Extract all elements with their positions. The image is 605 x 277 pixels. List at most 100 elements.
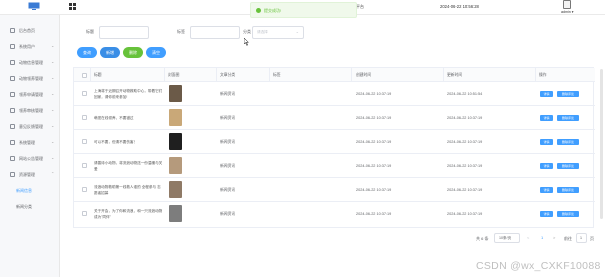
toast-message: 提交成功!: [264, 8, 282, 13]
row-category: 新闻资讯: [220, 188, 236, 192]
row-title: 上海将于近期召开动物救助中心，带着它们回家，请你前来参加!: [94, 89, 163, 99]
sidebar-subitem-label: 新闻信息: [16, 188, 32, 193]
avatar[interactable]: [563, 0, 571, 9]
title-filter-input[interactable]: [99, 26, 149, 39]
form-icon: [10, 92, 15, 97]
sidebar-item-label: 意见反馈管理: [19, 124, 43, 129]
sidebar-item-users[interactable]: 系统用户 ⌄: [0, 43, 60, 51]
page-number-1[interactable]: 1: [541, 235, 543, 247]
row-title: 请善待小动物，将流浪动物送一份温暖与关爱: [94, 161, 163, 171]
row-cover-image: [169, 109, 182, 126]
chevron-down-icon: ⌄: [51, 43, 55, 48]
folder-icon: [10, 172, 15, 177]
row-delete-comment-button[interactable]: 删除评论: [557, 163, 579, 169]
row-delete-comment-button[interactable]: 删除评论: [557, 187, 579, 193]
goto-page-value: 1: [580, 236, 582, 240]
row-delete-comment-button[interactable]: 删除评论: [557, 211, 579, 217]
header-update-time[interactable]: 更新时间: [447, 73, 462, 78]
sidebar-item-feedback[interactable]: 意见反馈管理 ⌄: [0, 123, 60, 131]
chevron-down-icon: ⌄: [51, 123, 55, 128]
pagination-total: 共 6 条: [476, 236, 489, 241]
chevron-down-icon: ⌄: [51, 91, 55, 96]
row-title: 可以不要，但请不要伤害！: [94, 140, 138, 144]
sidebar-item-notice[interactable]: 网站公告管理 ⌄: [0, 155, 60, 163]
add-button[interactable]: 新增: [100, 47, 120, 58]
table-row: 萌宠在线领养，不要错过 新闻资讯 2024-06-22 10:37:19 202…: [74, 106, 595, 130]
select-all-checkbox[interactable]: [82, 73, 87, 78]
row-update-time: 2024-06-22 10:51:54: [447, 92, 483, 96]
delete-button[interactable]: 删除: [123, 47, 143, 58]
check-icon: [10, 108, 15, 113]
header-create-time[interactable]: 创建时间: [356, 73, 371, 78]
sidebar-item-home[interactable]: 后台首页: [0, 27, 60, 35]
header-tag[interactable]: 标签: [273, 73, 281, 78]
search-button[interactable]: 查询: [77, 47, 97, 58]
sidebar-item-resources[interactable]: 资源管理 ⌃: [0, 171, 60, 179]
reset-button[interactable]: 清空: [146, 47, 166, 58]
column-divider: [269, 68, 270, 82]
tag-filter-label: 标签: [177, 29, 185, 34]
sidebar-item-adopt-apply[interactable]: 领养申请管理 ⌄: [0, 91, 60, 99]
watermark: CSDN @wx_CXKF10088: [476, 260, 601, 272]
row-cover-image: [169, 133, 182, 150]
column-divider: [535, 68, 536, 82]
sidebar-subitem-news-category[interactable]: 新闻分类: [0, 203, 60, 211]
chevron-down-icon: ⌄: [51, 59, 55, 64]
scrollbar-thumb[interactable]: [600, 69, 603, 219]
sidebar: 后台首页 系统用户 ⌄ 动物信息管理 ⌄ 动物领养管理 ⌄ 领养申请管理 ⌄ 领…: [0, 15, 60, 277]
goto-label: 前往: [564, 236, 572, 241]
current-datetime: 2024-06-22 10:56:28: [440, 4, 479, 9]
tag-filter-input[interactable]: [190, 26, 240, 39]
success-check-icon: [256, 8, 261, 13]
header-cover[interactable]: 封面图: [168, 73, 179, 78]
row-category: 新闻资讯: [220, 140, 236, 144]
username-dropdown[interactable]: admin ▾: [561, 10, 574, 14]
next-page-button[interactable]: >: [553, 235, 555, 247]
row-update-time: 2024-06-22 10:37:19: [447, 188, 483, 192]
row-delete-comment-button[interactable]: 删除评论: [557, 139, 579, 145]
row-checkbox[interactable]: [82, 91, 87, 96]
chevron-down-icon: ⌄: [51, 139, 55, 144]
row-update-time: 2024-06-22 10:37:19: [447, 164, 483, 168]
gear-icon: [10, 140, 15, 145]
category-filter-select[interactable]: 请选择 ⌄: [252, 26, 304, 39]
row-delete-comment-button[interactable]: 删除评论: [557, 115, 579, 121]
sidebar-item-animal-adopt[interactable]: 动物领养管理 ⌄: [0, 75, 60, 83]
row-checkbox[interactable]: [82, 211, 87, 216]
vertical-scrollbar[interactable]: [599, 15, 605, 277]
success-toast: 提交成功!: [250, 2, 357, 18]
row-detail-button[interactable]: 详情: [540, 187, 553, 193]
row-detail-button[interactable]: 详情: [540, 115, 553, 121]
row-detail-button[interactable]: 详情: [540, 211, 553, 217]
row-detail-button[interactable]: 详情: [540, 139, 553, 145]
row-detail-button[interactable]: 详情: [540, 163, 553, 169]
prev-page-button[interactable]: <: [527, 235, 529, 247]
row-title: 萌宠在线领养，不要错过: [94, 116, 134, 120]
row-checkbox[interactable]: [82, 163, 87, 168]
row-checkbox[interactable]: [82, 187, 87, 192]
column-divider: [216, 68, 217, 82]
sidebar-item-label: 领养申请管理: [19, 92, 43, 97]
monitor-icon[interactable]: [28, 2, 40, 10]
sidebar-item-label: 动物领养管理: [19, 76, 43, 81]
row-detail-button[interactable]: 详情: [540, 91, 553, 97]
row-delete-comment-button[interactable]: 删除评论: [557, 91, 579, 97]
header-title[interactable]: 标题: [94, 73, 102, 78]
row-cover-image: [169, 205, 182, 222]
page-size-select[interactable]: 10条/页: [494, 233, 520, 243]
table-row: 关于开会，为了你和流浪，和一只流浪动物成为"同伴" 新闻资讯 2024-06-2…: [74, 202, 595, 226]
sidebar-item-system[interactable]: 系统管理 ⌄: [0, 139, 60, 147]
column-divider: [164, 68, 165, 82]
goto-page-input[interactable]: 1: [576, 233, 587, 243]
grid-menu-icon[interactable]: [69, 3, 76, 10]
sidebar-item-animal-info[interactable]: 动物信息管理 ⌄: [0, 59, 60, 67]
row-create-time: 2024-06-22 10:37:19: [356, 188, 392, 192]
row-checkbox[interactable]: [82, 139, 87, 144]
sidebar-item-adopt-review[interactable]: 领养审核管理 ⌄: [0, 107, 60, 115]
row-create-time: 2024-06-22 10:37:19: [356, 212, 392, 216]
header-category[interactable]: 文章分类: [220, 73, 235, 78]
chevron-up-icon: ⌃: [51, 171, 55, 176]
row-category: 新闻资讯: [220, 116, 236, 120]
sidebar-subitem-news[interactable]: 新闻信息: [0, 187, 60, 195]
row-checkbox[interactable]: [82, 115, 87, 120]
